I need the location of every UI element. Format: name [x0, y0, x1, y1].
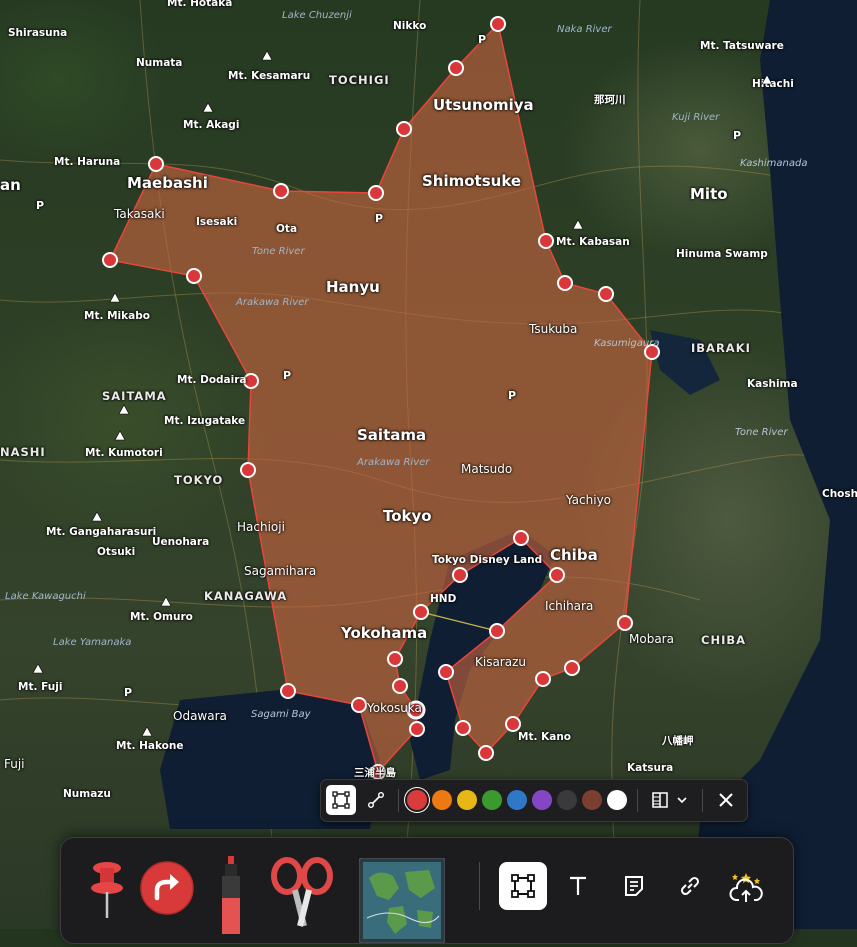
shape-tool-icon	[511, 874, 535, 898]
close-icon	[719, 793, 733, 807]
polyline-tool-button[interactable]	[361, 785, 391, 815]
parking-marker: P	[478, 33, 487, 46]
color-swatch-brown[interactable]	[582, 790, 602, 810]
text-tool-button[interactable]	[554, 862, 602, 910]
color-swatch-purple[interactable]	[532, 790, 552, 810]
fill-style-dropdown[interactable]	[645, 785, 693, 815]
close-toolbar-button[interactable]	[711, 785, 741, 815]
mountain-icon	[761, 74, 773, 85]
polygon-tool-button[interactable]	[326, 785, 356, 815]
pin-button[interactable]	[87, 858, 127, 924]
pin-icon	[91, 862, 123, 918]
mountain-icon	[160, 596, 172, 607]
text-tool-icon	[570, 876, 586, 895]
color-swatch-white[interactable]	[607, 790, 627, 810]
parking-marker: P	[375, 212, 384, 225]
color-swatch-green[interactable]	[482, 790, 502, 810]
fill-opacity-icon	[652, 792, 668, 808]
parking-marker: P	[283, 369, 292, 382]
mountain-icon	[141, 726, 153, 737]
mountain-icon	[118, 404, 130, 415]
shape-tool-button[interactable]	[499, 862, 547, 910]
parking-marker: P	[36, 199, 45, 212]
color-swatch-black[interactable]	[557, 790, 577, 810]
mountain-icon	[202, 102, 214, 113]
color-swatch-red[interactable]	[407, 790, 427, 810]
redo-button[interactable]	[139, 860, 195, 916]
scissors-icon	[271, 857, 333, 927]
annotation-toolbar	[320, 779, 748, 822]
scissors-button[interactable]	[269, 856, 335, 936]
cloud-upload-icon	[729, 873, 763, 902]
mountain-icon	[261, 50, 273, 61]
redo-arrow-icon	[140, 861, 194, 915]
polyline-icon	[368, 792, 384, 808]
note-icon	[625, 876, 643, 896]
parking-marker: P	[124, 686, 133, 699]
map-thumbnail-button[interactable]	[358, 857, 446, 944]
chevron-down-icon	[677, 797, 687, 804]
color-swatch-blue[interactable]	[507, 790, 527, 810]
toolbar-divider	[637, 789, 638, 812]
mountain-icon	[114, 430, 126, 441]
polygon-select-icon	[332, 791, 350, 809]
bottom-dock	[60, 837, 794, 944]
parking-marker: P	[508, 389, 517, 402]
toolbar-divider	[702, 789, 703, 812]
toolbar-divider	[398, 789, 399, 812]
upload-button[interactable]	[723, 862, 771, 910]
dock-divider	[479, 862, 480, 910]
note-tool-button[interactable]	[610, 862, 658, 910]
mountain-icon	[109, 292, 121, 303]
parking-marker: P	[733, 129, 742, 142]
color-swatch-yellow[interactable]	[457, 790, 477, 810]
mountain-icon	[32, 663, 44, 674]
color-swatch-orange[interactable]	[432, 790, 452, 810]
link-tool-button[interactable]	[666, 862, 714, 910]
mountain-icon	[91, 511, 103, 522]
mountain-icon	[572, 219, 584, 230]
marker-button[interactable]	[211, 854, 251, 934]
map-thumbnail	[358, 857, 446, 944]
marker-pen-icon	[222, 856, 240, 934]
link-icon	[680, 876, 700, 896]
